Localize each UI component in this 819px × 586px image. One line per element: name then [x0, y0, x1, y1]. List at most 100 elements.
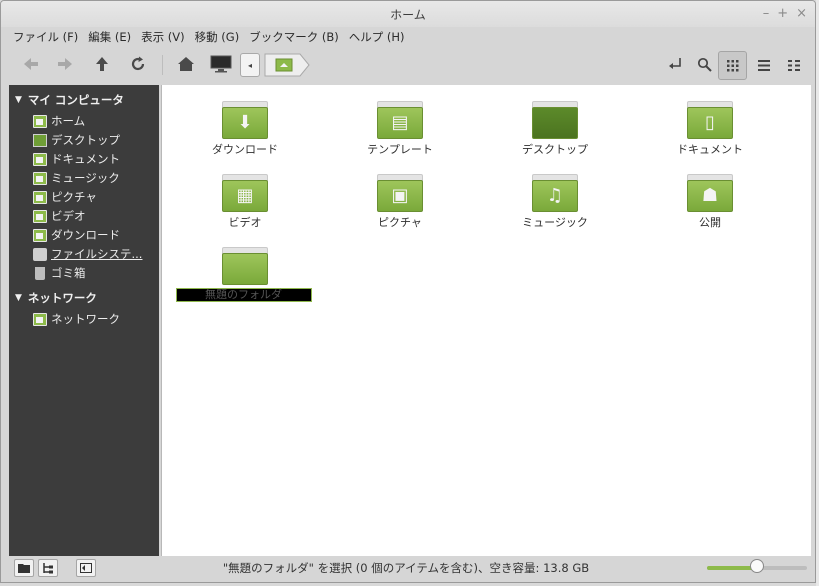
sidebar-item-home[interactable]: ホーム — [33, 112, 85, 130]
file-manager-window: ホーム – + × ファイル (F) 編集 (E) 表示 (V) 移動 (G) … — [0, 0, 816, 583]
search-button[interactable] — [690, 51, 718, 77]
menu-edit[interactable]: 編集 (E) — [88, 29, 131, 45]
videos-folder-icon: ▦ — [222, 174, 268, 212]
show-tree-button[interactable] — [38, 559, 58, 577]
file-item[interactable]: ♫ ミュージック — [480, 174, 630, 230]
status-text: "無題のフォルダ" を選択 (0 個のアイテムを含む)、空き容量: 13.8 G… — [222, 561, 590, 575]
forward-button[interactable] — [51, 51, 79, 77]
menu-bookmarks[interactable]: ブックマーク (B) — [249, 29, 339, 45]
sidebar-item-label: ダウンロード — [51, 228, 120, 242]
sidebar-item-label: ゴミ箱 — [51, 266, 86, 280]
toolbar-separator — [162, 55, 163, 75]
sidebar-item-music[interactable]: ミュージック — [33, 169, 120, 187]
minimize-button[interactable]: – — [763, 6, 770, 21]
home-folder-icon — [33, 114, 47, 128]
path-crumb-home[interactable] — [264, 53, 310, 77]
tree-icon — [43, 563, 53, 574]
computer-button[interactable] — [207, 51, 235, 77]
pictures-folder-icon — [33, 190, 47, 204]
trash-icon — [35, 266, 45, 280]
up-button[interactable] — [88, 51, 116, 77]
home-button[interactable] — [172, 51, 200, 77]
sidebar-item-documents[interactable]: ドキュメント — [33, 150, 120, 168]
sidebar-item-label: ビデオ — [51, 209, 86, 223]
close-button[interactable]: × — [796, 6, 807, 21]
file-item-label: 公開 — [699, 216, 721, 229]
toggle-location-button[interactable] — [661, 51, 689, 77]
back-button[interactable] — [17, 51, 45, 77]
menu-go[interactable]: 移動 (G) — [195, 29, 240, 45]
file-item-label: ドキュメント — [677, 143, 743, 156]
file-item[interactable]: ▦ ビデオ — [170, 174, 320, 230]
network-icon — [33, 312, 47, 326]
file-item[interactable]: ☗ 公開 — [635, 174, 785, 230]
file-item[interactable]: デスクトップ — [480, 101, 630, 157]
home-crumb-icon — [264, 53, 310, 77]
search-icon — [697, 57, 712, 72]
file-item-label: ピクチャ — [378, 216, 422, 229]
pictures-folder-icon: ▣ — [377, 174, 423, 212]
sidebar-section-title: マイ コンピュータ — [27, 93, 124, 107]
menu-bar: ファイル (F) 編集 (E) 表示 (V) 移動 (G) ブックマーク (B)… — [1, 27, 815, 47]
icon-view-button[interactable] — [718, 51, 747, 80]
new-folder-item[interactable] — [170, 247, 320, 285]
window-controls: – + × — [763, 6, 807, 21]
file-item[interactable]: ⬇ ダウンロード — [170, 101, 320, 157]
hide-sidebar-button[interactable] — [76, 559, 96, 577]
reload-icon — [131, 56, 145, 71]
maximize-button[interactable]: + — [777, 6, 788, 21]
compact-view-button[interactable] — [779, 51, 808, 80]
up-arrow-icon — [96, 57, 108, 71]
list-view-button[interactable] — [749, 51, 778, 80]
sidebar-item-label: ネットワーク — [51, 312, 120, 326]
list-view-icon — [757, 60, 770, 71]
file-view[interactable]: ⬇ ダウンロード ▤ テンプレート デスクトップ ▯ ドキュメント ▦ ビデオ … — [161, 85, 811, 556]
file-item-label: ミュージック — [522, 216, 588, 229]
sidebar-item-trash[interactable]: ゴミ箱 — [33, 264, 86, 282]
sidebar-item-label: デスクトップ — [51, 133, 120, 147]
sidebar-item-network[interactable]: ネットワーク — [33, 310, 120, 328]
music-folder-icon — [33, 171, 47, 185]
desktop-folder-icon — [532, 101, 578, 139]
sidebar-section-my-computer[interactable]: ▼ マイ コンピュータ — [15, 92, 124, 108]
expander-icon: ▼ — [15, 95, 22, 105]
menu-view[interactable]: 表示 (V) — [141, 29, 185, 45]
file-item[interactable]: ▤ テンプレート — [325, 101, 475, 157]
expander-icon: ▼ — [15, 293, 22, 303]
menu-help[interactable]: ヘルプ (H) — [349, 29, 405, 45]
file-item[interactable]: ▯ ドキュメント — [635, 101, 785, 157]
sidebar-toggle-icon — [80, 563, 92, 573]
rename-field[interactable]: 無題のフォルダ — [176, 288, 312, 302]
window-title: ホーム — [390, 7, 426, 22]
sidebar-item-desktop[interactable]: デスクトップ — [33, 131, 120, 149]
sidebar-section-network[interactable]: ▼ ネットワーク — [15, 290, 97, 306]
show-places-button[interactable] — [14, 559, 34, 577]
public-folder-icon: ☗ — [687, 174, 733, 212]
file-item[interactable]: ▣ ピクチャ — [325, 174, 475, 230]
sidebar-item-label: ファイルシステ... — [51, 247, 143, 261]
path-scroll-left-button[interactable]: ◂ — [240, 53, 260, 77]
templates-folder-icon: ▤ — [377, 101, 423, 139]
sidebar-item-downloads[interactable]: ダウンロード — [33, 226, 120, 244]
home-icon — [178, 57, 194, 71]
filesystem-icon — [33, 247, 47, 261]
reload-button[interactable] — [124, 51, 152, 77]
sidebar-item-label: ピクチャ — [51, 190, 97, 204]
zoom-slider-handle[interactable] — [750, 559, 764, 573]
downloads-folder-icon — [33, 228, 47, 242]
file-item-label: ビデオ — [228, 216, 262, 229]
title-bar[interactable]: ホーム – + × — [1, 1, 815, 27]
file-item-label: デスクトップ — [522, 143, 588, 156]
sidebar-item-label: ホーム — [51, 114, 86, 128]
forward-arrow-icon — [58, 58, 72, 70]
menu-file[interactable]: ファイル (F) — [13, 29, 78, 45]
desktop-icon — [33, 133, 47, 147]
computer-icon — [210, 55, 232, 73]
sidebar-item-filesystem[interactable]: ファイルシステ... — [33, 245, 142, 263]
folder-icon — [222, 247, 268, 285]
sidebar-item-videos[interactable]: ビデオ — [33, 207, 86, 225]
grid-view-icon — [726, 59, 738, 71]
toggle-location-icon — [669, 58, 681, 69]
back-arrow-icon — [24, 58, 38, 70]
sidebar-item-pictures[interactable]: ピクチャ — [33, 188, 97, 206]
